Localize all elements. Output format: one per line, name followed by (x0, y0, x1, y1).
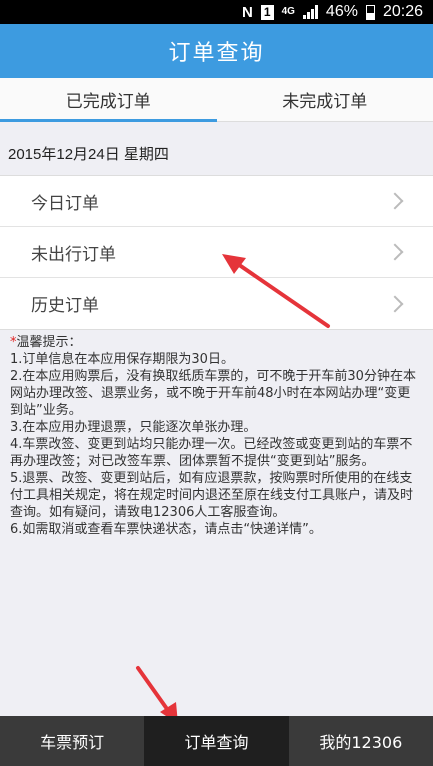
nav-my-12306[interactable]: 我的12306 (289, 716, 433, 766)
order-item-label: 未出行订单 (31, 244, 116, 265)
chevron-right-icon (386, 243, 404, 261)
sim-badge: 1 (260, 4, 274, 20)
tab-label: 已完成订单 (65, 92, 151, 112)
nav-label: 车票预订 (40, 733, 105, 752)
chevron-right-icon (386, 192, 404, 210)
order-tabs: 已完成订单 未完成订单 (0, 78, 433, 122)
bottom-nav: 车票预订 订单查询 我的12306 (0, 716, 433, 766)
date-line: 2015年12月24日 星期四 (8, 146, 169, 163)
nav-label: 订单查询 (184, 733, 249, 752)
battery-icon (365, 4, 375, 20)
nav-ticket-booking[interactable]: 车票预订 (0, 716, 144, 766)
battery-level: 46% (325, 3, 358, 20)
tips-section: *温馨提示： 1.订单信息在本应用保存期限为30日。 2.在本应用购票后，没有换… (10, 334, 423, 538)
tips-heading: *温馨提示： (10, 334, 423, 351)
n-icon: N (242, 3, 253, 21)
order-item-not-traveled[interactable]: 未出行订单 (0, 227, 433, 278)
order-item-today[interactable]: 今日订单 (0, 176, 433, 227)
order-item-label: 今日订单 (31, 193, 99, 214)
tip-item: 5.退票、改签、变更到站后，如有应退票款，按购票时所使用的在线支付工具相关规定，… (10, 471, 414, 520)
title-bar: 订单查询 (0, 24, 433, 78)
tips-heading-text: 温馨提示： (16, 335, 82, 350)
tab-uncompleted-orders[interactable]: 未完成订单 (217, 78, 433, 121)
order-item-history[interactable]: 历史订单 (0, 278, 433, 329)
nav-order-query[interactable]: 订单查询 (144, 716, 289, 766)
status-bar: N 1 4G 46% 20:26 (0, 0, 433, 24)
tip-item: 3.在本应用办理退票，只能逐次单张办理。 (10, 420, 257, 435)
nav-label: 我的12306 (319, 733, 403, 752)
clock: 20:26 (382, 3, 423, 20)
signal-icon (302, 5, 318, 19)
tip-item: 6.如需取消或查看车票快递状态，请点击“快递详情”。 (10, 522, 322, 537)
tab-label: 未完成订单 (282, 92, 368, 112)
order-item-label: 历史订单 (31, 296, 99, 316)
tab-completed-orders[interactable]: 已完成订单 (0, 78, 217, 122)
network-type: 4G (281, 6, 295, 17)
page-title: 订单查询 (168, 41, 265, 66)
order-list: 今日订单 未出行订单 历史订单 (0, 175, 433, 330)
tip-item: 1.订单信息在本应用保存期限为30日。 (10, 352, 234, 367)
tip-item: 2.在本应用购票后，没有换取纸质车票的，可不晚于开车前30分钟在本网站办理改签、… (10, 369, 416, 418)
chevron-right-icon (386, 295, 404, 312)
tip-item: 4.车票改签、变更到站均只能办理一次。已经改签或变更到站的车票不再办理改签；对已… (10, 437, 413, 469)
